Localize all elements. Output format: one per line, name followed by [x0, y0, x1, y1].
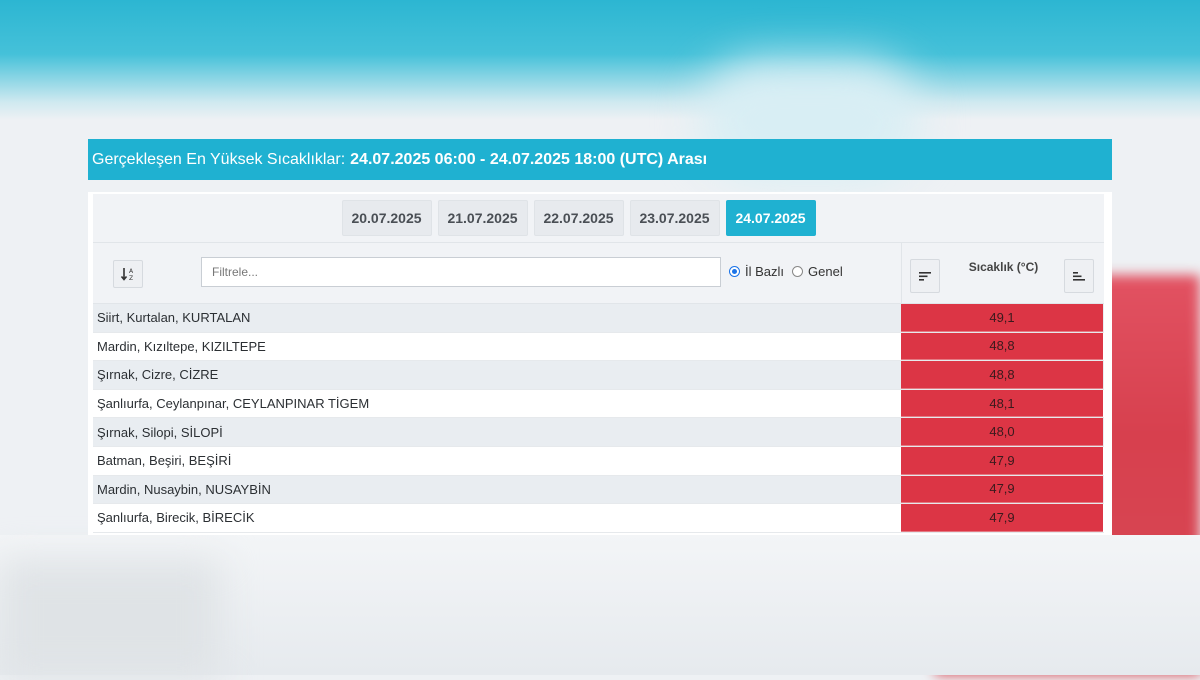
- row-temperature: 47,9: [901, 446, 1103, 475]
- table-row[interactable]: Mardin, Kızıltepe, KIZILTEPE 48,8: [93, 332, 1104, 362]
- row-location: Mardin, Kızıltepe, KIZILTEPE: [97, 338, 266, 354]
- scope-radio-group: İl Bazlı Genel: [729, 264, 851, 279]
- filter-toolbar: A Z İl Bazlı Genel Sıcak: [93, 242, 1104, 304]
- table-row[interactable]: Siirt, Kurtalan, KURTALAN 49,1: [93, 304, 1104, 333]
- table-row[interactable]: Şırnak, Cizre, CİZRE 48,8: [93, 361, 1104, 390]
- row-location: Siirt, Kurtalan, KURTALAN: [97, 310, 251, 326]
- radio-il-bazli-label: İl Bazlı: [745, 264, 785, 279]
- tab-date-2[interactable]: 21.07.2025: [437, 200, 528, 236]
- tab-date-3[interactable]: 22.07.2025: [533, 200, 624, 236]
- radio-genel-label: Genel: [808, 264, 843, 279]
- row-temperature: 48,0: [901, 418, 1103, 446]
- sort-asc-icon: [1073, 272, 1085, 281]
- table-row[interactable]: Şanlıurfa, Birecik, BİRECİK 47,9: [93, 504, 1104, 533]
- svg-text:A: A: [129, 268, 134, 275]
- row-location: Şanlıurfa, Birecik, BİRECİK: [97, 510, 255, 526]
- panel-inner: 20.07.2025 21.07.2025 22.07.2025 23.07.2…: [93, 194, 1104, 533]
- table-row[interactable]: Şırnak, Silopi, SİLOPİ 48,0: [93, 418, 1104, 447]
- title-prefix: Gerçekleşen En Yüksek Sıcaklıklar:: [92, 150, 346, 168]
- background-top: [0, 0, 1200, 120]
- title-range: 24.07.2025 06:00 - 24.07.2025 18:00 (UTC…: [350, 150, 708, 168]
- temperature-column-header: Sıcaklık (°C): [901, 243, 1104, 303]
- background-bottom-blur: [0, 560, 220, 680]
- row-location: Şırnak, Silopi, SİLOPİ: [97, 424, 223, 440]
- page-title: Gerçekleşen En Yüksek Sıcaklıklar: 24.07…: [88, 139, 1112, 180]
- filter-input[interactable]: [201, 257, 721, 287]
- row-temperature: 49,1: [901, 304, 1103, 332]
- table-row[interactable]: Batman, Beşiri, BEŞİRİ 47,9: [93, 446, 1104, 476]
- tab-date-4[interactable]: 23.07.2025: [629, 200, 720, 236]
- row-temperature: 47,9: [901, 504, 1103, 532]
- row-location: Şanlıurfa, Ceylanpınar, CEYLANPINAR TİGE…: [97, 396, 370, 412]
- radio-genel[interactable]: [792, 266, 804, 277]
- row-location: Batman, Beşiri, BEŞİRİ: [97, 453, 232, 469]
- row-temperature: 48,1: [901, 389, 1103, 418]
- radio-il-bazli[interactable]: [729, 266, 740, 277]
- row-location: Şırnak, Cizre, CİZRE: [97, 367, 219, 383]
- sort-asc-button[interactable]: [1064, 259, 1094, 293]
- results-table: Siirt, Kurtalan, KURTALAN 49,1 Mardin, K…: [93, 304, 1104, 533]
- row-location: Mardin, Nusaybin, NUSAYBİN: [97, 481, 271, 497]
- table-row[interactable]: Mardin, Nusaybin, NUSAYBİN 47,9: [93, 475, 1104, 505]
- row-temperature: 48,8: [901, 332, 1103, 361]
- tab-date-5[interactable]: 24.07.2025: [725, 200, 816, 236]
- row-temperature: 47,9: [901, 475, 1103, 504]
- sort-alpha-icon: A Z: [120, 268, 134, 282]
- row-temperature: 48,8: [901, 361, 1103, 389]
- results-panel: 20.07.2025 21.07.2025 22.07.2025 23.07.2…: [88, 192, 1112, 535]
- tab-date-1[interactable]: 20.07.2025: [341, 200, 432, 236]
- svg-text:Z: Z: [129, 275, 133, 282]
- table-row[interactable]: Şanlıurfa, Ceylanpınar, CEYLANPINAR TİGE…: [93, 389, 1104, 419]
- date-tabs: 20.07.2025 21.07.2025 22.07.2025 23.07.2…: [93, 194, 1104, 242]
- sort-alpha-button[interactable]: A Z: [113, 260, 143, 288]
